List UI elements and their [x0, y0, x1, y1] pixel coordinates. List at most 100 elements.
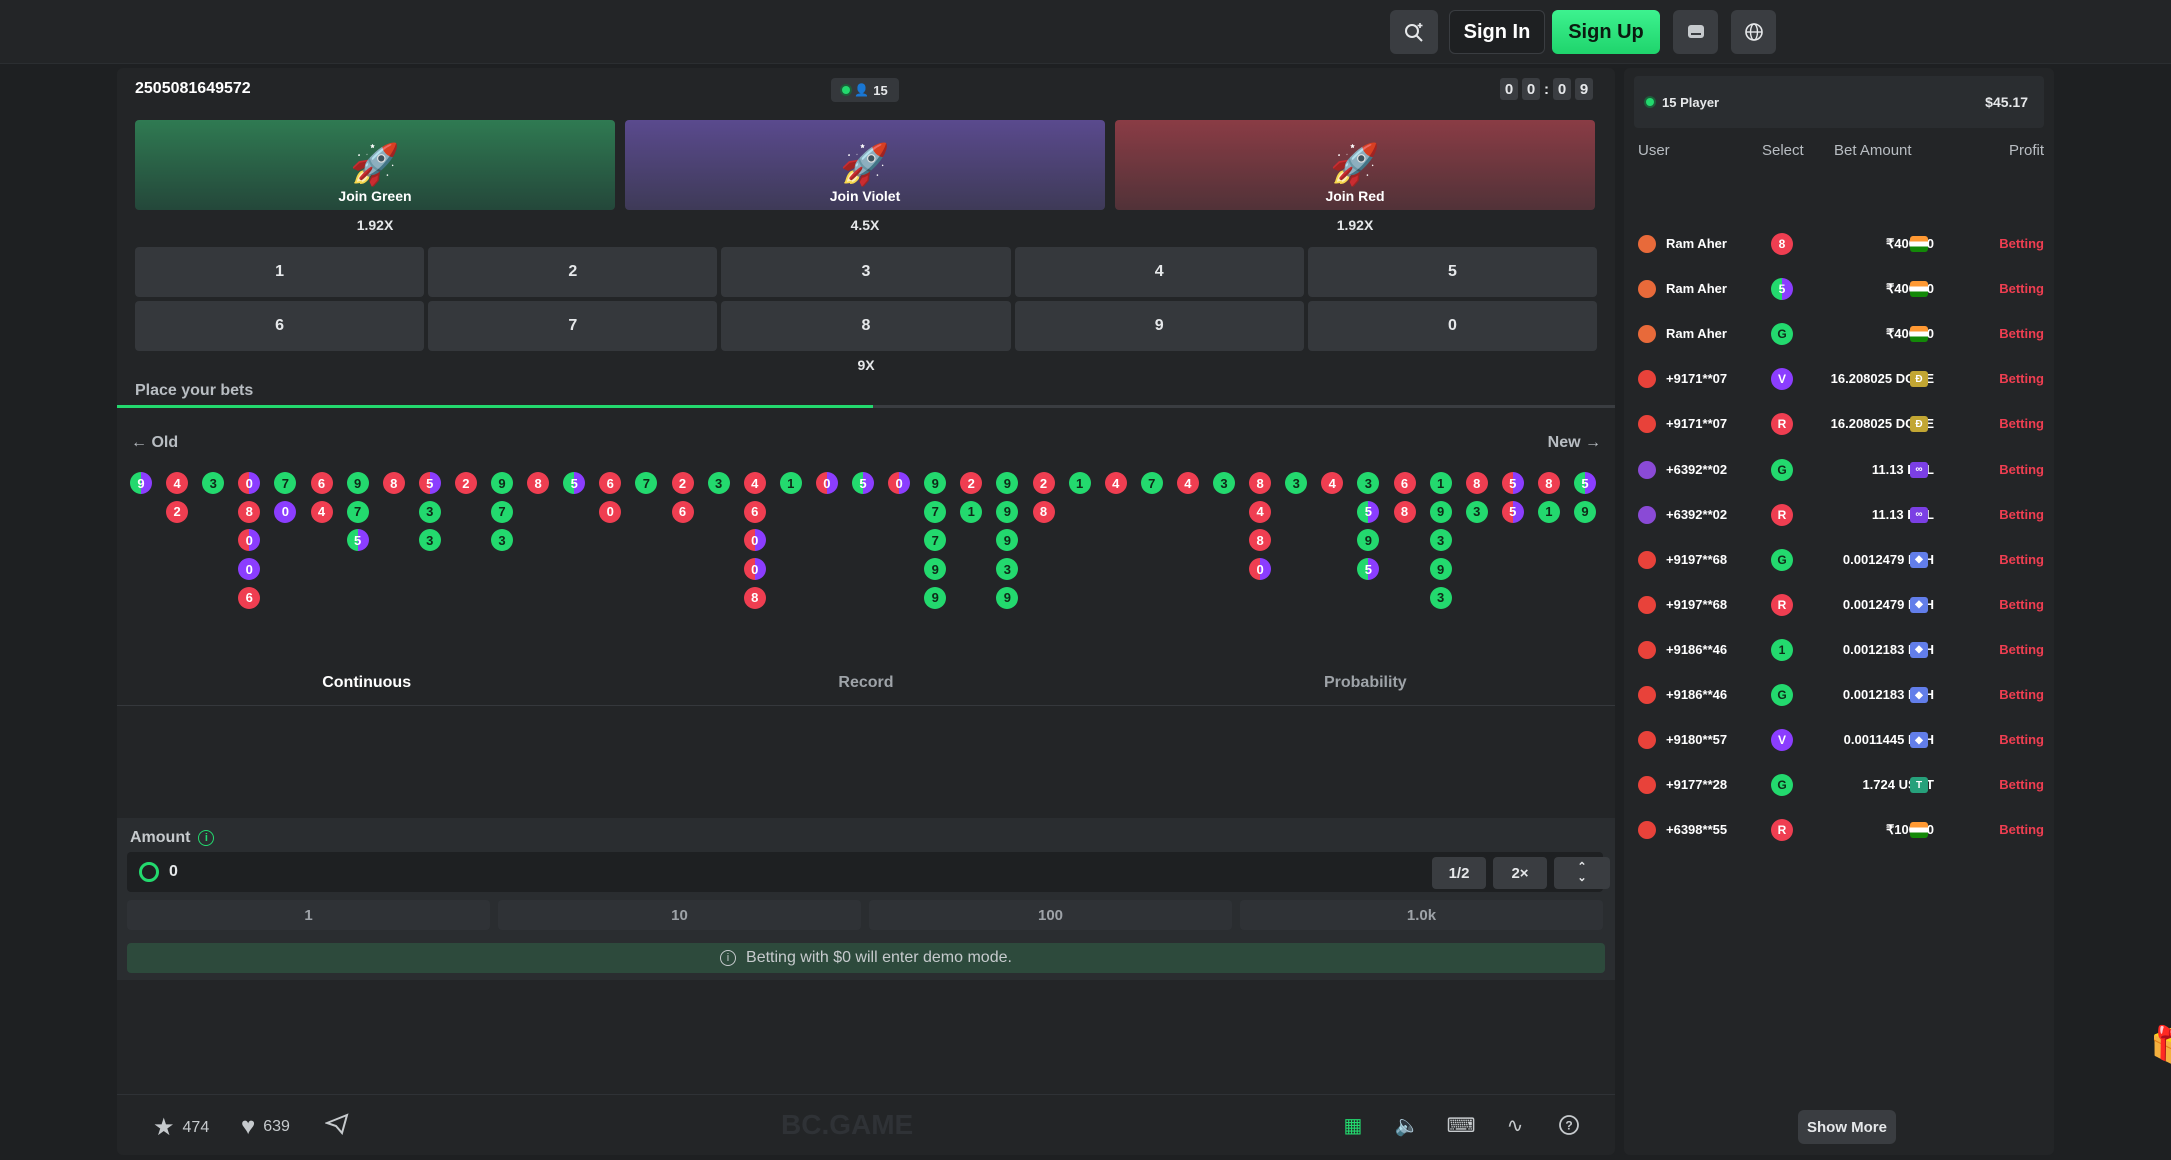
sound-button[interactable]: 🔈 — [1393, 1111, 1421, 1139]
avatar[interactable] — [1638, 370, 1656, 389]
bet-user[interactable]: Ram Aher — [1666, 281, 1727, 296]
favorite-button[interactable]: ★ 474 — [153, 1113, 209, 1142]
avatar[interactable] — [1638, 415, 1656, 434]
bet-user[interactable]: Ram Aher — [1666, 236, 1727, 251]
history-ball: 2 — [960, 472, 983, 494]
quick-amount-1k[interactable]: 1.0k — [1240, 900, 1603, 930]
history-ball: 9 — [996, 529, 1019, 552]
history-ball: 5 — [563, 472, 586, 494]
game-panel: 2505081649572 👤 15 0 0 : 0 9 🚀 Join Gree… — [117, 68, 1615, 1155]
bet-selection-badge: G — [1771, 458, 1793, 481]
search-button[interactable] — [1390, 10, 1438, 54]
avatar[interactable] — [1638, 325, 1656, 344]
keyboard-button[interactable]: ⌨ — [1447, 1111, 1476, 1139]
quick-amount-100[interactable]: 100 — [869, 900, 1232, 930]
history-ball: 0 — [743, 529, 766, 552]
player-count-badge: 👤 15 — [831, 78, 899, 102]
number-button-7[interactable]: 7 — [428, 301, 718, 351]
sign-in-button[interactable]: Sign In — [1449, 10, 1545, 54]
avatar[interactable] — [1638, 776, 1656, 795]
number-button-6[interactable]: 6 — [135, 301, 425, 351]
bet-user[interactable]: +6392**02 — [1666, 462, 1727, 477]
share-button[interactable] — [325, 1113, 349, 1135]
number-button-8[interactable]: 8 — [721, 301, 1011, 351]
avatar[interactable] — [1638, 235, 1656, 253]
avatar[interactable] — [1638, 686, 1656, 704]
bet-user[interactable]: +9171**07 — [1666, 416, 1727, 431]
like-button[interactable]: ♥ 639 — [241, 1113, 290, 1141]
bet-status: Betting — [1999, 236, 2044, 251]
bet-status: Betting — [1999, 416, 2044, 432]
avatar[interactable] — [1638, 731, 1656, 750]
bet-user[interactable]: +9186**46 — [1666, 687, 1727, 702]
half-button[interactable]: 1/2 — [1432, 857, 1486, 889]
number-button-1[interactable]: 1 — [135, 247, 425, 297]
number-button-3[interactable]: 3 — [721, 247, 1011, 297]
stats-button[interactable]: ∿ — [1501, 1111, 1529, 1139]
history-ball: 4 — [166, 472, 189, 494]
amount-stepper[interactable]: ⌃ ⌄ — [1554, 857, 1610, 889]
avatar[interactable] — [1638, 821, 1656, 840]
join-red-button[interactable]: 🚀 Join Red — [1115, 120, 1595, 210]
double-button[interactable]: 2× — [1493, 857, 1547, 889]
quick-amount-10[interactable]: 10 — [498, 900, 861, 930]
bet-user[interactable]: +9177**28 — [1666, 777, 1727, 792]
bet-selection-badge: R — [1771, 593, 1793, 616]
number-button-4[interactable]: 4 — [1014, 247, 1304, 297]
avatar[interactable] — [1638, 640, 1656, 659]
wallet-button[interactable]: ▦ — [1339, 1111, 1367, 1139]
avatar[interactable] — [1638, 505, 1656, 524]
bet-user[interactable]: Ram Aher — [1666, 326, 1727, 341]
tab-continuous[interactable]: Continuous — [117, 666, 616, 705]
history-ball: 8 — [743, 586, 766, 609]
join-green-button[interactable]: 🚀 Join Green — [135, 120, 615, 210]
help-button[interactable]: ? — [1555, 1111, 1583, 1139]
number-button-5[interactable]: 5 — [1307, 247, 1597, 297]
bet-user[interactable]: +9186**46 — [1666, 642, 1727, 657]
history-ball: 5 — [1501, 500, 1524, 523]
join-violet-button[interactable]: 🚀 Join Violet — [625, 120, 1105, 210]
chat-button[interactable] — [1673, 10, 1718, 54]
red-multiplier: 1.92X — [1336, 217, 1374, 233]
avatar[interactable] — [1638, 460, 1656, 479]
quick-amount-1[interactable]: 1 — [127, 900, 490, 930]
avatar[interactable] — [1638, 280, 1656, 299]
avatar[interactable] — [1638, 550, 1656, 569]
tab-record[interactable]: Record — [616, 666, 1115, 705]
history-ball: 7 — [491, 500, 513, 523]
history-ball: 1 — [779, 472, 802, 494]
old-link[interactable]: ← Old — [131, 434, 178, 452]
number-button-0[interactable]: 0 — [1307, 301, 1597, 351]
gift-icon[interactable]: 🎁 — [2150, 1024, 2171, 1084]
bet-user[interactable]: +9171**07 — [1666, 371, 1727, 386]
history-ball: 6 — [1393, 472, 1416, 494]
new-link[interactable]: New → — [1548, 434, 1601, 452]
sign-up-button[interactable]: Sign Up — [1552, 10, 1660, 54]
bet-selection-badge: G — [1771, 548, 1793, 571]
info-icon[interactable]: i — [198, 830, 215, 846]
round-id: 2505081649572 — [135, 80, 251, 97]
amount-label-group: Amount i — [130, 829, 215, 847]
bet-user[interactable]: +6392**02 — [1666, 507, 1727, 522]
amount-input[interactable]: 0 1/2 2× ⌃ ⌄ — [127, 852, 1610, 892]
doge-currency-icon: Ð — [1910, 371, 1928, 388]
language-button[interactable] — [1731, 10, 1776, 54]
avatar[interactable] — [1638, 595, 1656, 614]
bet-user[interactable]: +6398**55 — [1666, 822, 1727, 837]
history-ball: 3 — [1465, 500, 1488, 523]
search-icon — [1405, 23, 1423, 42]
history-ball: 3 — [1357, 472, 1380, 494]
show-more-button[interactable]: Show More — [1798, 1110, 1896, 1144]
history-ball: 8 — [1537, 472, 1560, 494]
number-button-9[interactable]: 9 — [1014, 301, 1304, 351]
history-ball: 9 — [924, 558, 947, 581]
number-button-2[interactable]: 2 — [428, 247, 718, 297]
bet-user[interactable]: +9197**68 — [1666, 597, 1727, 612]
history-ball: 8 — [1032, 500, 1055, 523]
tab-probability[interactable]: Probability — [1116, 666, 1615, 705]
bet-user[interactable]: +9180**57 — [1666, 732, 1727, 747]
bet-status: Betting — [1999, 506, 2044, 522]
bet-user[interactable]: +9197**68 — [1666, 552, 1727, 567]
bet-selection-badge: 8 — [1771, 233, 1793, 255]
history-ball: 8 — [1249, 529, 1272, 552]
